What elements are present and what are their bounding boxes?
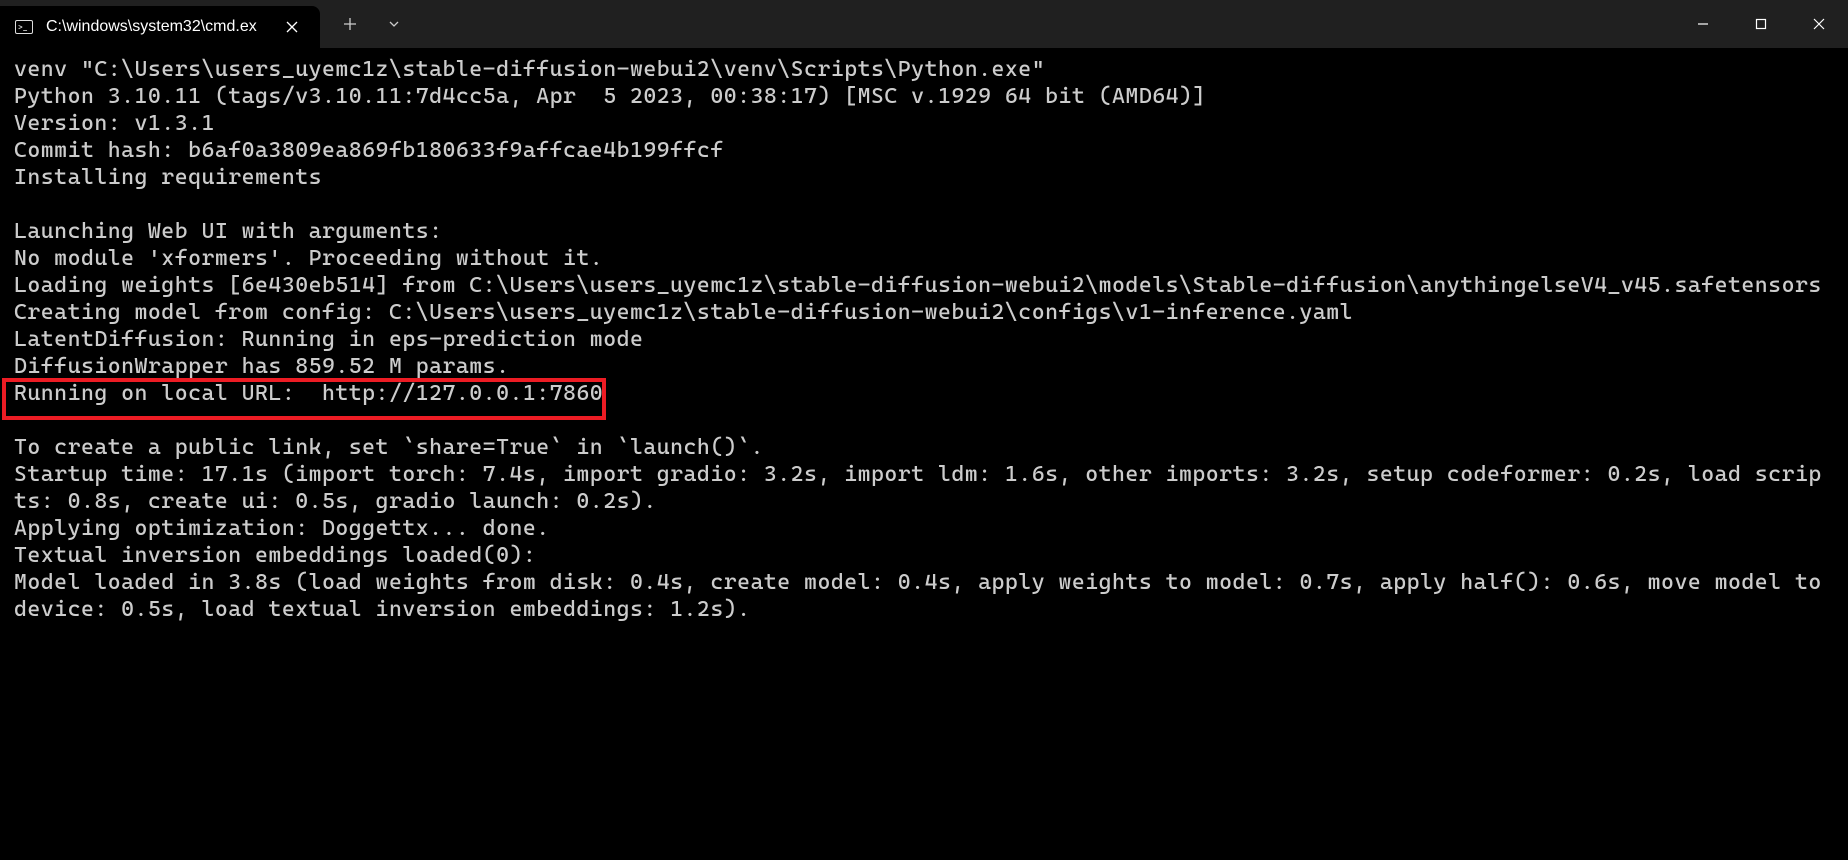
terminal-tab[interactable]: >_ C:\windows\system32\cmd.ex [0, 6, 320, 48]
cmd-icon: >_ [14, 17, 34, 37]
maximize-button[interactable] [1732, 0, 1790, 48]
minimize-button[interactable] [1674, 0, 1732, 48]
tab-title: C:\windows\system32\cmd.ex [46, 18, 270, 36]
titlebar-actions [320, 0, 424, 48]
highlighted-url-line: Running on local URL: http://127.0.0.1:7… [14, 381, 603, 406]
window-controls [1674, 0, 1848, 48]
new-tab-button[interactable] [328, 0, 372, 48]
tab-dropdown-button[interactable] [372, 0, 416, 48]
titlebar-drag-region[interactable] [424, 0, 1674, 48]
terminal-lines-before: venv "C:\Users\users_uyemc1z\stable-diff… [14, 57, 1822, 379]
close-window-button[interactable] [1790, 0, 1848, 48]
tab-close-button[interactable] [278, 13, 306, 41]
terminal-lines-after: To create a public link, set `share=True… [14, 435, 1835, 622]
terminal-output[interactable]: venv "C:\Users\users_uyemc1z\stable-diff… [0, 48, 1848, 860]
local-url-text: Running on local URL: http://127.0.0.1:7… [14, 381, 603, 406]
titlebar: >_ C:\windows\system32\cmd.ex [0, 0, 1848, 48]
